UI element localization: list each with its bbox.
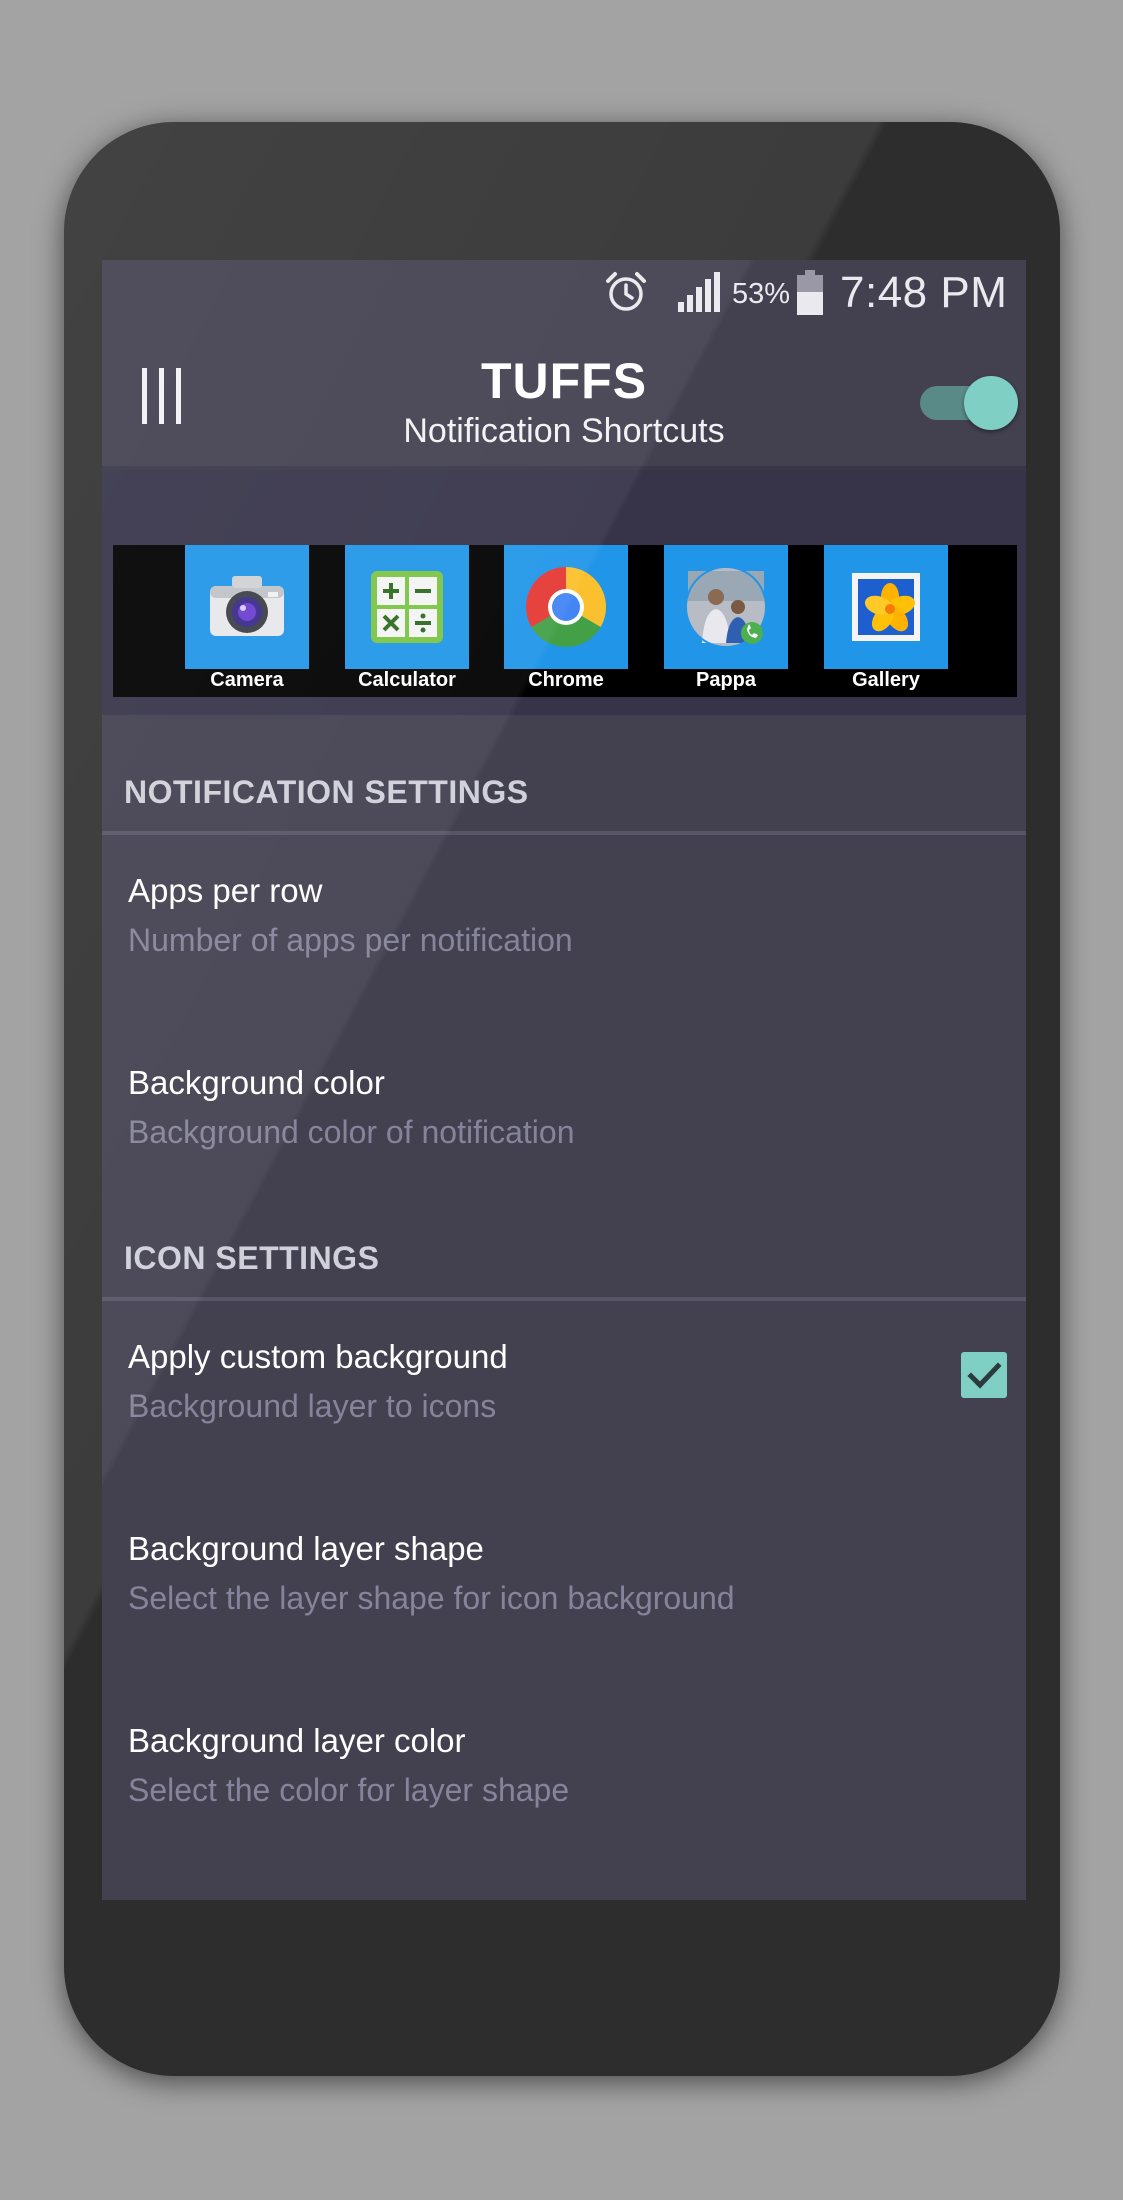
app-bar: TUFFS Notification Shortcuts [102,330,1026,466]
shortcut-tile [345,545,469,669]
shortcut-tile [824,545,948,669]
shortcut-tile [504,545,628,669]
chrome-icon [526,567,606,647]
pref-title: Background color [128,1064,385,1101]
shortcut-pappa[interactable]: Pappa [664,545,788,697]
notification-preview: Camera Calculator Chrome Pappa Gallery [113,545,1017,697]
pref-summary: Select the layer shape for icon backgrou… [128,1580,735,1616]
pref-apply-custom-background[interactable]: Apply custom background Background layer… [128,1338,988,1425]
pref-title: Apply custom background [128,1338,508,1375]
shortcut-chrome[interactable]: Chrome [504,545,628,697]
app-title: TUFFS [480,353,648,409]
pref-background-layer-color[interactable]: Background layer color Select the color … [128,1722,988,1809]
shortcut-label: Chrome [528,669,604,691]
clock: 7:48 PM [840,268,1008,317]
pref-background-layer-shape[interactable]: Background layer shape Select the layer … [128,1530,988,1617]
contact-photo-icon [685,566,767,648]
battery-percent: 53% [732,278,791,310]
shortcut-label: Gallery [852,669,920,691]
section-divider [102,1297,1026,1301]
shortcut-label: Camera [210,669,284,691]
battery-icon [797,270,823,315]
shortcut-camera[interactable]: Camera [185,545,309,697]
gallery-icon [852,573,920,641]
screen: 53% 7:48 PM TUFFS Notification Shortcuts [102,260,1026,1900]
shortcut-tile [664,545,788,669]
app-subtitle: Notification Shortcuts [403,412,725,450]
apply-custom-background-checkbox[interactable] [961,1352,1007,1398]
status-bar: 53% 7:48 PM [102,260,1026,330]
pref-title: Background layer color [128,1722,466,1759]
pref-summary: Number of apps per notification [128,922,573,958]
pref-summary: Background layer to icons [128,1388,497,1424]
section-header-notification-settings: NOTIFICATION SETTINGS [124,774,529,810]
camera-icon [210,576,284,636]
shortcut-gallery[interactable]: Gallery [824,545,948,697]
pref-apps-per-row[interactable]: Apps per row Number of apps per notifica… [128,872,988,959]
section-divider [102,831,1026,835]
shortcut-calculator[interactable]: Calculator [345,545,469,697]
shortcut-label: Pappa [695,669,757,691]
shortcut-label: Calculator [358,669,456,691]
alarm-icon [606,272,646,311]
check-icon [967,1362,1002,1389]
shortcut-tile [185,545,309,669]
calculator-icon [371,571,443,643]
pref-summary: Background color of notification [128,1114,575,1150]
pref-title: Background layer shape [128,1530,484,1567]
signal-icon [678,272,720,312]
service-toggle[interactable] [920,372,1020,432]
pref-background-color[interactable]: Background color Background color of not… [128,1064,988,1151]
section-header-icon-settings: ICON SETTINGS [124,1240,380,1276]
toggle-knob [964,376,1018,430]
pref-summary: Select the color for layer shape [128,1772,570,1808]
pref-title: Apps per row [128,872,323,909]
